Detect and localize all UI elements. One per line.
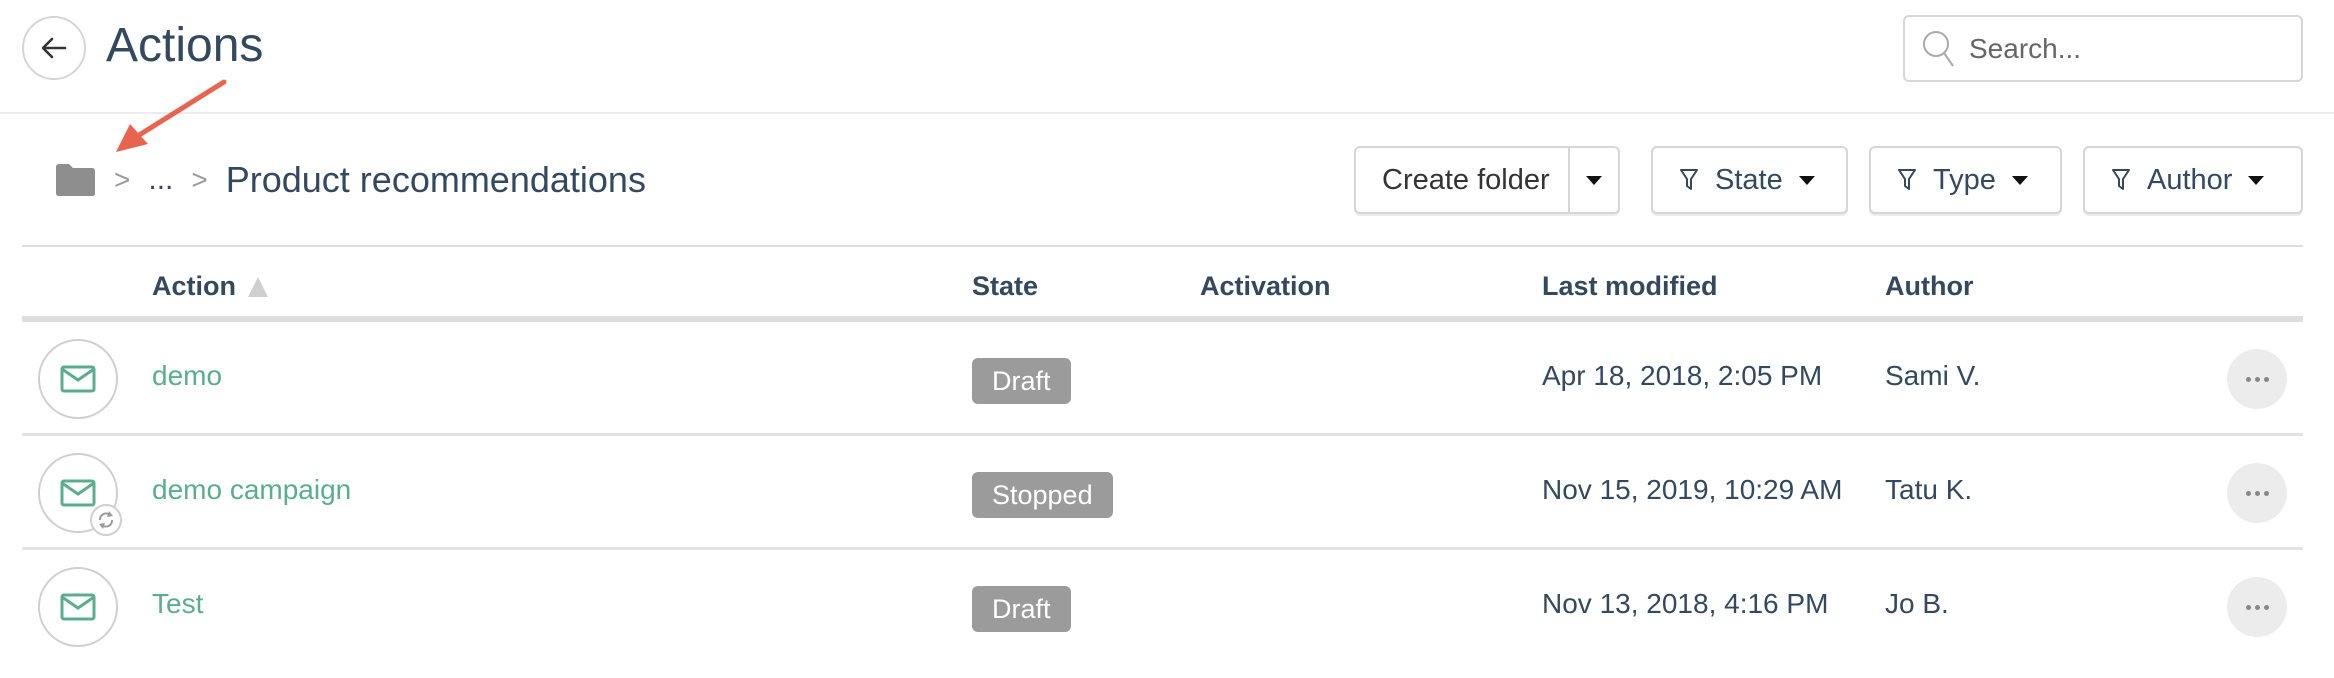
sync-icon [99,511,113,529]
search-icon [1923,30,1954,67]
back-button[interactable] [22,16,86,80]
arrow-left-icon [41,37,67,59]
breadcrumb: > ... > Product recommendations [54,150,646,210]
actions-table: Action State Activation Last modified Au… [22,245,2303,664]
more-options-button[interactable] [2227,349,2287,409]
table-row[interactable]: demo Draft Apr 18, 2018, 2:05 PM Sami V. [22,322,2303,436]
type-filter-button[interactable]: Type [1869,146,2062,214]
breadcrumb-separator: > [114,164,131,195]
table-header: Action State Activation Last modified Au… [22,245,2303,322]
author: Jo B. [1885,588,1949,619]
envelope-icon [60,479,96,507]
column-header-last-modified[interactable]: Last modified [1542,271,1718,302]
caret-down-icon [2011,175,2028,185]
caret-down-icon [2248,175,2265,185]
sort-ascending-icon [248,276,268,297]
filter-icon [1898,169,1916,190]
status-badge: Stopped [972,472,1113,518]
author-filter-label: Author [2147,163,2233,196]
caret-down-icon [1798,175,1815,185]
page-title: Actions [106,19,264,72]
create-folder-dropdown-button[interactable] [1570,148,1618,212]
state-filter-button[interactable]: State [1651,146,1848,214]
search-input[interactable] [1969,32,2289,65]
folder-icon[interactable] [54,163,96,197]
action-type-icon [38,339,118,419]
author: Tatu K. [1885,474,1973,505]
recurring-badge [90,504,122,536]
last-modified: Nov 13, 2018, 4:16 PM [1542,588,1829,619]
filter-icon [2112,169,2130,190]
action-type-icon [38,567,118,647]
more-options-button[interactable] [2227,577,2287,637]
author-filter-button[interactable]: Author [2083,146,2303,214]
action-name-link[interactable]: Test [152,588,203,620]
last-modified: Apr 18, 2018, 2:05 PM [1542,360,1823,391]
breadcrumb-current: Product recommendations [225,159,646,200]
status-badge: Draft [972,586,1071,632]
author: Sami V. [1885,360,1981,391]
column-header-state[interactable]: State [972,271,1038,302]
breadcrumb-separator: > [191,164,208,195]
breadcrumb-ellipsis[interactable]: ... [148,163,173,197]
type-filter-label: Type [1933,163,1996,196]
page-header: Actions [0,0,2334,114]
more-options-button[interactable] [2227,463,2287,523]
filter-icon [1680,169,1698,190]
state-filter-label: State [1715,163,1783,196]
action-name-link[interactable]: demo [152,360,222,392]
table-row[interactable]: demo campaign Stopped Nov 15, 2019, 10:2… [22,436,2303,550]
create-folder-button[interactable]: Create folder [1356,148,1570,212]
column-header-action[interactable]: Action [152,271,268,302]
create-folder-split-button: Create folder [1354,146,1620,214]
caret-down-icon [1586,175,1602,185]
annotation-arrow-icon [116,79,227,152]
table-row[interactable]: Test Draft Nov 13, 2018, 4:16 PM Jo B. [22,550,2303,664]
status-badge: Draft [972,358,1071,404]
column-header-author[interactable]: Author [1885,271,1973,302]
envelope-icon [60,365,96,393]
last-modified: Nov 15, 2019, 10:29 AM [1542,474,1843,505]
column-label: Action [152,271,236,301]
column-header-activation[interactable]: Activation [1200,271,1331,302]
envelope-icon [60,593,96,621]
search-box[interactable] [1903,15,2303,82]
action-name-link[interactable]: demo campaign [152,474,351,506]
